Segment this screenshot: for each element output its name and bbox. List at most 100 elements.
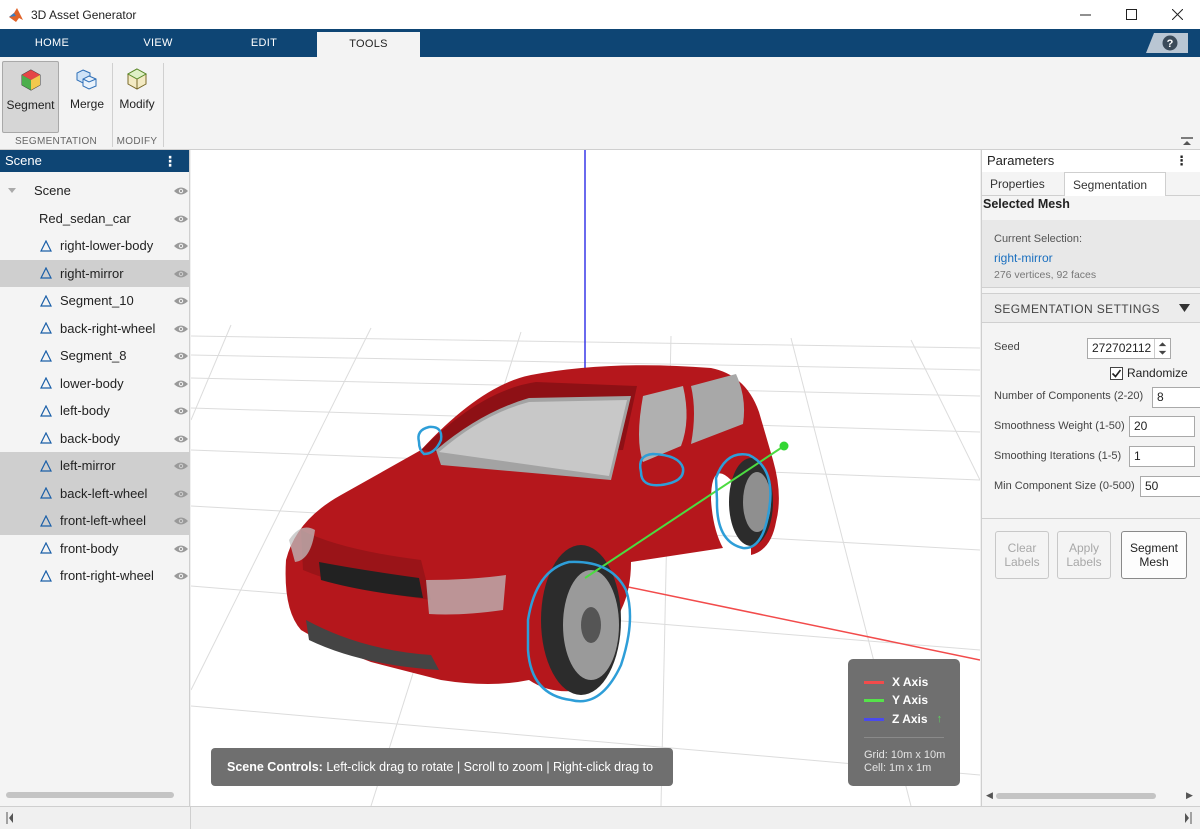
tree-item-segment[interactable]: Segment_10 bbox=[0, 287, 190, 315]
tree-item-segment[interactable]: back-left-wheel bbox=[0, 479, 190, 507]
modify-button-label: Modify bbox=[119, 97, 155, 111]
mesh-triangle-icon bbox=[40, 569, 52, 582]
visibility-eye-icon[interactable] bbox=[174, 241, 188, 251]
iterations-input[interactable]: 1 bbox=[1129, 446, 1195, 467]
visibility-eye-icon[interactable] bbox=[174, 489, 188, 499]
visibility-eye-icon[interactable] bbox=[174, 186, 188, 196]
segment-button-label: Segment bbox=[6, 98, 55, 112]
tree-item-segment[interactable]: right-mirror bbox=[0, 259, 190, 287]
tree-item-segment[interactable]: back-body bbox=[0, 425, 190, 453]
matlab-logo-icon bbox=[9, 7, 23, 22]
visibility-eye-icon[interactable] bbox=[174, 296, 188, 306]
apply-labels-button[interactable]: Apply Labels bbox=[1057, 531, 1111, 579]
mesh-triangle-icon bbox=[40, 487, 52, 499]
min-size-value: 50 bbox=[1145, 479, 1159, 493]
tab-view[interactable]: VIEW bbox=[114, 29, 202, 57]
smoothness-input[interactable]: 20 bbox=[1129, 416, 1195, 437]
modify-button[interactable]: Modify bbox=[113, 61, 161, 133]
visibility-eye-icon[interactable] bbox=[174, 516, 188, 526]
3d-viewport[interactable]: Scene Controls: Left-click drag to rotat… bbox=[191, 150, 980, 806]
tree-item-segment[interactable]: left-mirror bbox=[0, 452, 190, 480]
visibility-eye-icon[interactable] bbox=[174, 461, 188, 471]
collapse-ribbon-icon[interactable] bbox=[1181, 137, 1193, 147]
segment-button[interactable]: Segment bbox=[2, 61, 59, 133]
tab-tools[interactable]: TOOLS bbox=[317, 32, 420, 57]
visibility-eye-icon[interactable] bbox=[174, 324, 188, 334]
tree-label: back-body bbox=[60, 430, 120, 446]
visibility-eye-icon[interactable] bbox=[174, 379, 188, 389]
visibility-eye-icon[interactable] bbox=[174, 544, 188, 554]
minimize-button[interactable] bbox=[1062, 0, 1108, 29]
merge-button-label: Merge bbox=[69, 97, 104, 111]
segment-mesh-line1: Segment bbox=[1129, 541, 1179, 555]
scene-horizontal-scrollbar[interactable] bbox=[6, 792, 174, 798]
clear-labels-button[interactable]: Clear Labels bbox=[995, 531, 1049, 579]
tree-label: Segment_10 bbox=[60, 293, 134, 309]
parameters-horizontal-scrollbar[interactable] bbox=[996, 793, 1156, 799]
checkmark-icon bbox=[1111, 369, 1122, 378]
status-collapse-left-icon[interactable] bbox=[6, 812, 14, 824]
legend-x-axis: X Axis bbox=[864, 673, 928, 691]
seed-spinner-icon[interactable] bbox=[1154, 339, 1170, 358]
status-collapse-right-icon[interactable] bbox=[1184, 812, 1192, 824]
segmentation-settings-header[interactable]: SEGMENTATION SETTINGS bbox=[982, 293, 1200, 323]
tree-item-segment[interactable]: front-left-wheel bbox=[0, 507, 190, 535]
visibility-eye-icon[interactable] bbox=[174, 406, 188, 416]
min-size-input[interactable]: 50 bbox=[1140, 476, 1200, 497]
maximize-icon bbox=[1125, 9, 1137, 20]
maximize-button[interactable] bbox=[1108, 0, 1154, 29]
tree-item-segment[interactable]: front-body bbox=[0, 535, 190, 563]
car-model[interactable] bbox=[285, 365, 779, 695]
tab-segmentation[interactable]: Segmentation bbox=[1064, 172, 1166, 196]
randomize-checkbox-box[interactable] bbox=[1110, 366, 1123, 380]
tab-edit[interactable]: EDIT bbox=[220, 29, 308, 57]
visibility-eye-icon[interactable] bbox=[174, 571, 188, 581]
parameters-panel: Parameters ⋮ Properties Segmentation Sel… bbox=[981, 150, 1200, 806]
legend-y-label: Y Axis bbox=[892, 693, 929, 707]
visibility-eye-icon[interactable] bbox=[174, 214, 188, 224]
tree-item-segment[interactable]: left-body bbox=[0, 397, 190, 425]
randomize-checkbox[interactable]: Randomize bbox=[1110, 366, 1188, 380]
scene-panel-menu-icon[interactable]: ⋮ bbox=[163, 150, 177, 172]
scroll-left-arrow-icon[interactable]: ◀ bbox=[986, 790, 993, 801]
tree-item-model[interactable]: Red_sedan_car bbox=[0, 205, 190, 233]
tree-item-segment[interactable]: Segment_8 bbox=[0, 342, 190, 370]
collapse-arrow-icon[interactable] bbox=[8, 186, 17, 195]
iterations-value: 1 bbox=[1134, 449, 1141, 463]
tree-item-segment[interactable]: front-right-wheel bbox=[0, 562, 190, 590]
x-axis-line bbox=[584, 577, 980, 661]
visibility-eye-icon[interactable] bbox=[174, 269, 188, 279]
collapse-arrow-icon[interactable] bbox=[1179, 303, 1190, 313]
tree-item-segment[interactable]: lower-body bbox=[0, 370, 190, 398]
status-bar bbox=[0, 806, 1200, 829]
ribbon-toolstrip: Segment Merge Modify SEGMENTATION MODIFY bbox=[0, 57, 1200, 150]
tab-home[interactable]: HOME bbox=[8, 29, 96, 57]
segment-mesh-button[interactable]: Segment Mesh bbox=[1121, 531, 1187, 579]
mesh-triangle-icon bbox=[40, 322, 52, 334]
modify-cube-icon bbox=[126, 68, 148, 90]
seed-input[interactable]: 272702112 bbox=[1087, 338, 1171, 359]
visibility-eye-icon[interactable] bbox=[174, 434, 188, 444]
help-icon[interactable]: ? bbox=[1146, 33, 1188, 53]
tree-item-segment[interactable]: back-right-wheel bbox=[0, 315, 190, 343]
tree-label: left-body bbox=[60, 403, 110, 419]
tree-item-segment[interactable]: right-lower-body bbox=[0, 232, 190, 260]
tree-label: Scene bbox=[34, 183, 71, 199]
scroll-right-arrow-icon[interactable]: ▶ bbox=[1186, 790, 1193, 801]
up-arrow-icon: ↑ bbox=[936, 713, 943, 725]
num-components-input[interactable]: 8 bbox=[1152, 387, 1200, 408]
tab-properties[interactable]: Properties bbox=[982, 172, 1064, 196]
z-axis-swatch bbox=[864, 717, 884, 721]
tree-root-scene[interactable]: Scene bbox=[0, 177, 190, 205]
x-axis-swatch bbox=[864, 680, 884, 684]
modify-group-label: MODIFY bbox=[116, 136, 158, 147]
close-window-button[interactable] bbox=[1154, 0, 1200, 29]
scene-controls-hint: Scene Controls: Left-click drag to rotat… bbox=[211, 748, 673, 806]
legend-y-axis: Y Axis bbox=[864, 691, 928, 709]
current-selection-box: Current Selection: right-mirror 276 vert… bbox=[982, 220, 1200, 288]
scene-controls-heading: Scene Controls: bbox=[227, 760, 323, 774]
parameters-menu-icon[interactable]: ⋮ bbox=[1175, 150, 1188, 172]
visibility-eye-icon[interactable] bbox=[174, 351, 188, 361]
merge-button[interactable]: Merge bbox=[59, 61, 115, 133]
mesh-triangle-icon bbox=[40, 542, 52, 554]
